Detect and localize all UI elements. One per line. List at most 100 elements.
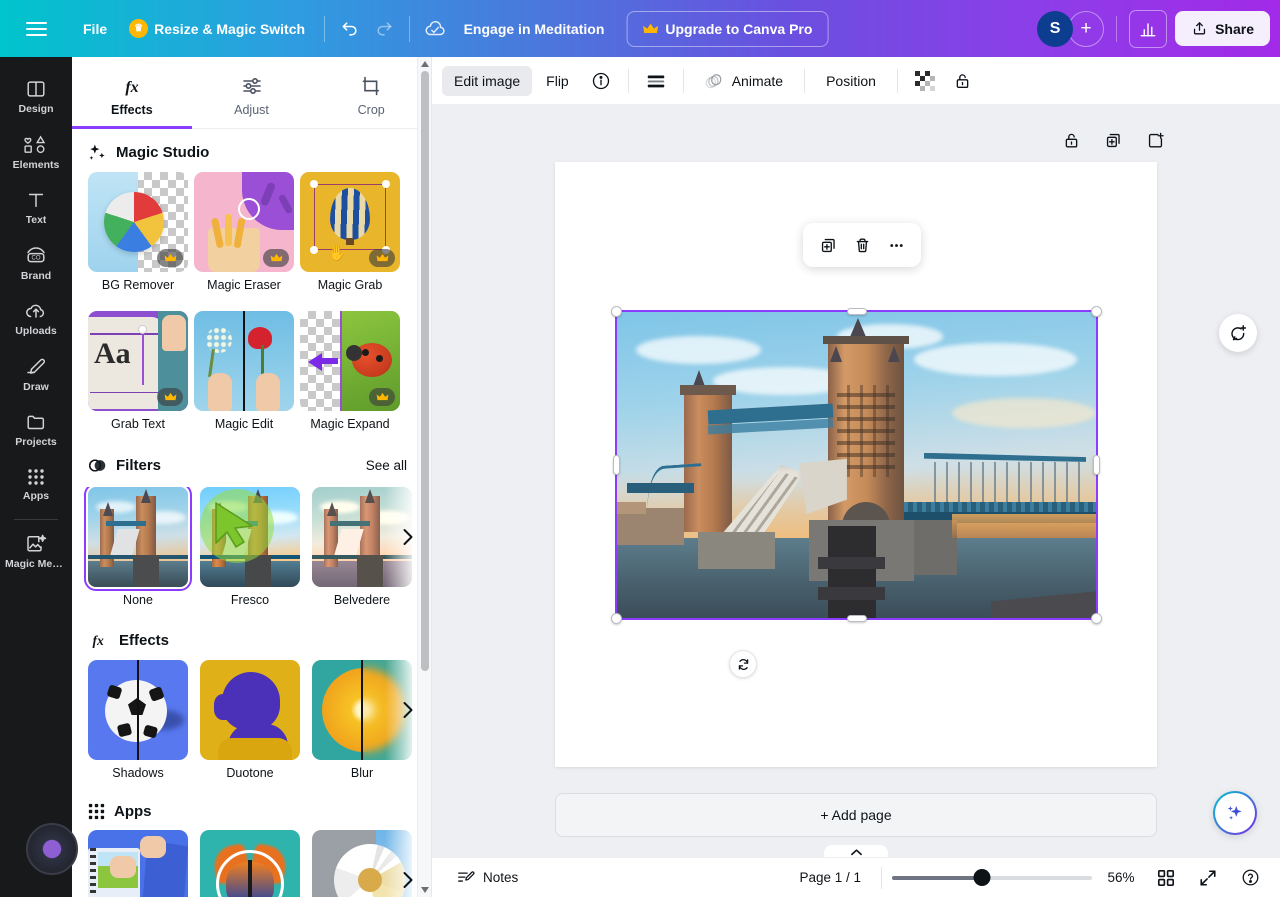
resize-handle-bottom[interactable] xyxy=(846,615,867,622)
sidebar-item-label: Brand xyxy=(20,270,52,282)
resize-handle-bottom-left[interactable] xyxy=(611,613,622,624)
magic-tool-bg-remover[interactable]: BG Remover xyxy=(88,172,188,293)
share-button[interactable]: Share xyxy=(1175,11,1270,46)
thumbnail xyxy=(200,487,300,587)
resize-magic-switch-label: Resize & Magic Switch xyxy=(154,20,306,37)
magic-studio-grid: BG Remover Magic Eraser ✋ Magic Grab Aa … xyxy=(72,172,431,432)
redo-icon[interactable] xyxy=(367,12,401,46)
rotate-icon[interactable] xyxy=(729,650,757,678)
info-circle-icon[interactable] xyxy=(583,64,619,98)
avatar[interactable]: S xyxy=(1037,10,1074,47)
duplicate-page-icon[interactable] xyxy=(1100,127,1126,153)
undo-icon[interactable] xyxy=(333,12,367,46)
sidebar-item-label: Draw xyxy=(23,381,49,393)
upload-icon xyxy=(1193,22,1206,35)
section-title: Apps xyxy=(114,803,152,820)
sidebar-item-uploads[interactable]: Uploads xyxy=(4,291,68,345)
cloud-check-icon[interactable] xyxy=(418,12,452,46)
resize-magic-switch-button[interactable]: ♛ Resize & Magic Switch xyxy=(118,12,316,45)
expand-icon[interactable] xyxy=(1192,863,1224,893)
resize-handle-left[interactable] xyxy=(613,455,620,475)
filter-item-none[interactable]: None xyxy=(84,487,192,608)
pencil-icon xyxy=(27,358,45,374)
left-rail: Design Elements Text CO Brand Uploads Dr… xyxy=(0,57,78,897)
apps-header: Apps xyxy=(72,781,431,830)
sidebar-item-design[interactable]: Design xyxy=(4,69,68,123)
effects-header: fx Effects xyxy=(72,608,431,660)
magic-tool-magic-expand[interactable]: Magic Expand xyxy=(300,311,400,432)
more-dots-icon[interactable] xyxy=(881,230,911,260)
magic-tool-magic-eraser[interactable]: Magic Eraser xyxy=(194,172,294,293)
add-page-button[interactable]: + Add page xyxy=(555,793,1157,837)
selected-image-frame[interactable] xyxy=(611,306,1102,624)
file-menu-button[interactable]: File xyxy=(72,14,118,44)
trash-icon[interactable] xyxy=(847,230,877,260)
collapse-panel-handle[interactable] xyxy=(824,845,888,857)
sidebar-item-text[interactable]: Text xyxy=(4,180,68,234)
flip-button[interactable]: Flip xyxy=(534,66,581,96)
position-button[interactable]: Position xyxy=(814,66,888,96)
magic-sparkle-icon[interactable] xyxy=(1213,791,1257,835)
resize-handle-top-right[interactable] xyxy=(1091,306,1102,317)
tab-adjust[interactable]: Adjust xyxy=(192,57,312,128)
page-indicator[interactable]: Page 1 / 1 xyxy=(789,864,871,891)
notes-button[interactable]: Notes xyxy=(446,862,528,893)
upgrade-label: Upgrade to Canva Pro xyxy=(665,20,813,37)
image-toolbar: Edit image Flip Animate Position xyxy=(432,57,1280,105)
magic-tool-magic-edit[interactable]: Magic Edit xyxy=(194,311,294,432)
zoom-value[interactable]: 56% xyxy=(1102,870,1140,885)
resize-handle-right[interactable] xyxy=(1093,455,1100,475)
panel-tab-bar: fx Effects Adjust Crop xyxy=(72,57,431,129)
tab-crop[interactable]: Crop xyxy=(311,57,431,128)
sidebar-item-elements[interactable]: Elements xyxy=(4,125,68,179)
effect-item-duotone[interactable]: Duotone xyxy=(200,660,300,781)
tab-label: Adjust xyxy=(234,102,269,117)
tab-effects[interactable]: fx Effects xyxy=(72,57,192,129)
add-comment-icon[interactable] xyxy=(1219,314,1257,352)
sidebar-item-apps[interactable]: Apps xyxy=(4,458,68,510)
help-circle-icon[interactable] xyxy=(1234,863,1266,893)
resize-handle-top[interactable] xyxy=(846,308,867,315)
add-collaborator-button[interactable]: + xyxy=(1068,10,1105,47)
scroll-up-icon[interactable] xyxy=(418,57,431,71)
sidebar-item-projects[interactable]: Projects xyxy=(4,402,68,456)
magic-tool-magic-grab[interactable]: ✋ Magic Grab xyxy=(300,172,400,293)
crown-icon: ♛ xyxy=(129,19,149,38)
magic-tool-grab-text[interactable]: Aa Grab Text xyxy=(88,311,188,432)
scroll-down-icon[interactable] xyxy=(418,883,431,897)
apps-strip xyxy=(72,830,431,897)
scrollbar-thumb[interactable] xyxy=(421,71,429,671)
app-item-2[interactable] xyxy=(200,830,300,897)
lock-icon[interactable] xyxy=(945,64,981,98)
avatar-initial: S xyxy=(1049,19,1061,37)
sidebar-item-magic-media[interactable]: Magic Med... xyxy=(4,524,68,578)
zoom-slider[interactable] xyxy=(892,868,1092,888)
filter-item-fresco[interactable]: Fresco xyxy=(200,487,300,608)
app-item-1[interactable] xyxy=(88,830,188,897)
recording-dot[interactable] xyxy=(26,823,78,875)
sidebar-item-draw[interactable]: Draw xyxy=(4,347,68,401)
lock-icon[interactable] xyxy=(1058,127,1084,153)
grid-view-icon[interactable] xyxy=(1150,863,1182,893)
resize-handle-bottom-right[interactable] xyxy=(1091,613,1102,624)
svg-text:fx: fx xyxy=(125,79,138,96)
duplicate-icon[interactable] xyxy=(813,230,843,260)
resize-handle-top-left[interactable] xyxy=(611,306,622,317)
filters-see-all-link[interactable]: See all xyxy=(358,454,415,477)
document-title[interactable]: Engage in Meditation xyxy=(452,13,617,45)
edit-image-button[interactable]: Edit image xyxy=(442,65,533,96)
bottom-bar-right: Page 1 / 1 56% xyxy=(789,863,1266,893)
animate-button[interactable]: Animate xyxy=(693,64,795,98)
checker-opacity-icon[interactable] xyxy=(907,64,943,98)
effect-item-shadows[interactable]: Shadows xyxy=(88,660,188,781)
shapes-icon xyxy=(24,135,46,153)
sidebar-item-brand[interactable]: CO Brand xyxy=(4,236,68,290)
hamburger-icon[interactable] xyxy=(0,0,72,57)
panel-scrollbar[interactable] xyxy=(417,57,431,897)
transparency-lines-icon[interactable] xyxy=(638,64,674,98)
upgrade-to-pro-button[interactable]: Upgrade to Canva Pro xyxy=(626,10,829,47)
add-page-icon[interactable] xyxy=(1142,127,1168,153)
bar-chart-icon[interactable] xyxy=(1129,9,1168,48)
zoom-slider-knob[interactable] xyxy=(973,869,991,886)
selected-image[interactable] xyxy=(617,312,1096,618)
